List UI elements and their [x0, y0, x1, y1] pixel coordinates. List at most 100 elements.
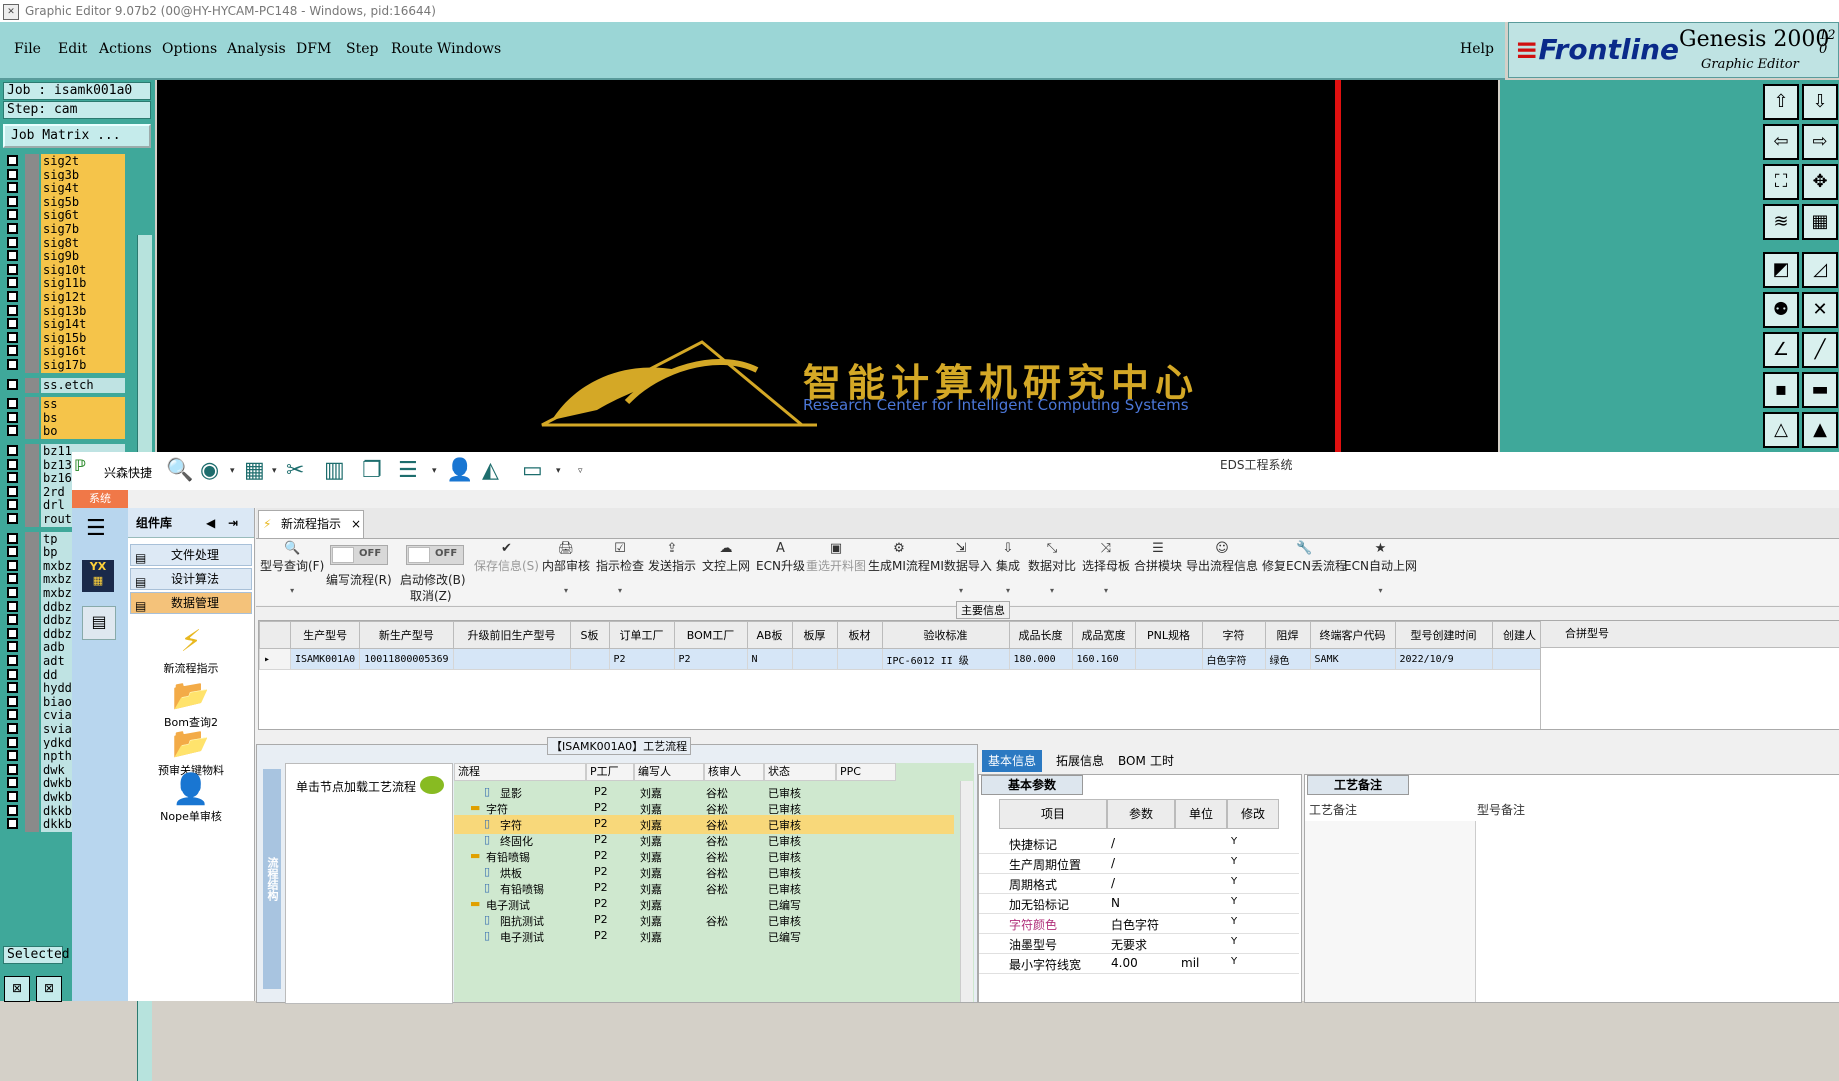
param-row[interactable]: 最小字符线宽 4.00 mil Y — [979, 953, 1299, 974]
flow-col-header[interactable]: P工厂 — [586, 763, 634, 781]
grid-cell[interactable] — [1491, 648, 1548, 670]
layer-checkbox[interactable] — [7, 600, 18, 612]
layer-checkbox[interactable] — [7, 641, 18, 653]
layer-checkbox[interactable] — [7, 263, 18, 275]
layer-checkbox[interactable] — [7, 655, 18, 666]
layer-checkbox[interactable] — [7, 182, 18, 194]
flow-row[interactable]: ▯ 电子测试 P2 刘嘉 已编写 — [454, 927, 954, 946]
grid-cell[interactable]: P2 — [608, 648, 675, 670]
ribbon-button-12[interactable]: ⤨ 选择母板 ▾ — [1082, 541, 1130, 595]
tab-extended-info[interactable]: 拓展信息 — [1050, 750, 1110, 772]
ribbon-button-3[interactable]: ☑ 指示检查 ▾ — [596, 541, 644, 595]
quick-label[interactable]: 兴森快捷 — [104, 464, 152, 481]
menu-windows[interactable]: Windows — [437, 41, 501, 57]
ribbon-button-7[interactable]: ▣ 重选开料图 — [806, 541, 866, 574]
grid-cell[interactable]: ▸ — [259, 648, 291, 670]
grid-col-header[interactable]: PNL规格 — [1134, 621, 1203, 649]
layer-checkbox[interactable] — [7, 763, 18, 775]
dropdown-caret-icon[interactable]: ▾ — [1028, 586, 1076, 595]
collapse-left-icon[interactable]: ◀ — [206, 508, 215, 538]
menu-analysis[interactable]: Analysis — [227, 41, 286, 57]
pan-up-icon[interactable]: ⇧ — [1763, 84, 1799, 120]
ribbon-button-16[interactable]: ★ ECN自动上网 ▾ — [1344, 541, 1417, 595]
ribbon-button-6[interactable]: A ECN升级 — [756, 541, 805, 574]
grid-col-header[interactable]: 订单工厂 — [608, 621, 675, 649]
tab-work-hours[interactable]: 工时 — [1144, 750, 1180, 772]
flow-structure-tab[interactable]: 流程结构 — [263, 769, 281, 989]
layer-checkbox[interactable] — [7, 411, 18, 423]
grid-cell[interactable] — [452, 648, 571, 670]
layer-checkbox[interactable] — [7, 559, 18, 571]
comp-design-algorithm[interactable]: ▤ 设计算法 — [130, 568, 252, 590]
layer-checkbox[interactable] — [7, 614, 18, 626]
grid-cell[interactable]: 10011800005369 — [359, 648, 454, 670]
layer-checkbox[interactable] — [7, 223, 18, 234]
monitor-icon[interactable]: ▭ — [522, 458, 543, 483]
layer-checkbox[interactable] — [7, 359, 18, 370]
layer-row[interactable]: bo — [3, 424, 125, 440]
param-row[interactable]: 油墨型号 无要求 Y — [979, 933, 1299, 954]
grid-cell[interactable]: 绿色 — [1264, 648, 1311, 670]
grid-col-header[interactable]: 终端客户代码 — [1309, 621, 1396, 649]
dropdown-caret-icon[interactable]: ▾ — [542, 586, 590, 595]
draw-icon[interactable]: ◿ — [1802, 252, 1838, 288]
layer-checkbox[interactable] — [7, 195, 18, 207]
start-modify-toggle[interactable]: OFF — [406, 545, 464, 565]
flow-col-header[interactable]: 状态 — [764, 763, 836, 781]
monitor-caret-icon[interactable]: ▾ — [556, 466, 561, 476]
layer-checkbox[interactable] — [7, 546, 18, 558]
grid-col-header[interactable]: 验收标准 — [881, 621, 1010, 649]
grid-col-header[interactable]: 升级前旧生产型号 — [452, 621, 571, 649]
calculator-icon[interactable]: ▤ — [82, 606, 116, 640]
scissors-icon[interactable]: ✂ — [286, 458, 304, 483]
comp-data-management[interactable]: ▤ 数据管理 — [130, 592, 252, 614]
marker-icon[interactable]: ▪ — [1763, 372, 1799, 408]
layer-checkbox[interactable] — [7, 345, 18, 357]
grid-cell[interactable]: ISAMK001A0 — [289, 648, 361, 670]
layer-checkbox[interactable] — [7, 318, 18, 330]
dropdown-caret-icon[interactable]: ▾ — [1082, 586, 1130, 595]
layer-checkbox[interactable] — [7, 458, 18, 470]
grid-col-header[interactable]: 型号创建时间 — [1394, 621, 1493, 649]
ribbon-button-1[interactable]: ✔ 保存信息(S) — [474, 541, 539, 574]
nope-review-item[interactable]: 👤 Nope单审核 — [128, 772, 254, 824]
select-icon[interactable]: ⊠ — [36, 976, 62, 1002]
menu-route[interactable]: Route — [391, 41, 433, 57]
film-icon[interactable]: ▥ — [324, 458, 345, 483]
layer-checkbox[interactable] — [7, 777, 18, 789]
line-icon[interactable]: ╱ — [1802, 332, 1838, 368]
pan-down-icon[interactable]: ⇩ — [1802, 84, 1838, 120]
dropdown-caret-icon[interactable]: ▾ — [930, 586, 992, 595]
layer-row[interactable]: sig17b — [3, 358, 125, 373]
copy-icon[interactable]: ❐ — [362, 458, 382, 483]
dropdown-caret-icon[interactable]: ▾ — [1344, 586, 1417, 595]
dropdown-caret-icon[interactable]: ▾ — [260, 586, 324, 595]
grid-cell[interactable]: N — [746, 648, 793, 670]
layer-checkbox[interactable] — [7, 750, 18, 762]
system-tab[interactable]: 系统 — [72, 490, 128, 508]
zoom-fit-icon[interactable]: ⛶ — [1763, 164, 1799, 200]
zoom-icon[interactable]: ⊠ — [4, 976, 30, 1002]
grid-col-header[interactable]: 板材 — [836, 621, 883, 649]
layer-checkbox[interactable] — [7, 709, 18, 721]
grid-cell[interactable]: 160.160 — [1071, 648, 1136, 670]
layer-checkbox[interactable] — [7, 695, 18, 707]
layer-checkbox[interactable] — [7, 277, 18, 289]
layer-checkbox[interactable] — [7, 736, 18, 748]
cross-icon[interactable]: ✕ — [1802, 292, 1838, 328]
menu-step[interactable]: Step — [346, 41, 378, 57]
grid-cell[interactable]: IPC-6012 II 级 — [881, 648, 1010, 670]
layer-checkbox[interactable] — [7, 682, 18, 694]
menu-options[interactable]: Options — [162, 41, 217, 57]
grid-col-header[interactable]: 阻焊 — [1264, 621, 1311, 649]
triangle-icon[interactable]: △ — [1763, 412, 1799, 448]
close-tab-icon[interactable]: × — [351, 511, 361, 537]
grid-cell[interactable]: 180.000 — [1008, 648, 1073, 670]
grid-icon[interactable]: ▦ — [1802, 204, 1838, 240]
layer-checkbox[interactable] — [7, 723, 18, 734]
param-row[interactable]: 字符颜色 白色字符 Y — [979, 913, 1299, 934]
grid-cell[interactable] — [791, 648, 838, 670]
dropdown-caret-icon[interactable]: ▾ — [596, 586, 644, 595]
minus-icon[interactable]: ▬ — [1802, 372, 1838, 408]
search-icon[interactable]: 🔍 — [166, 458, 193, 483]
